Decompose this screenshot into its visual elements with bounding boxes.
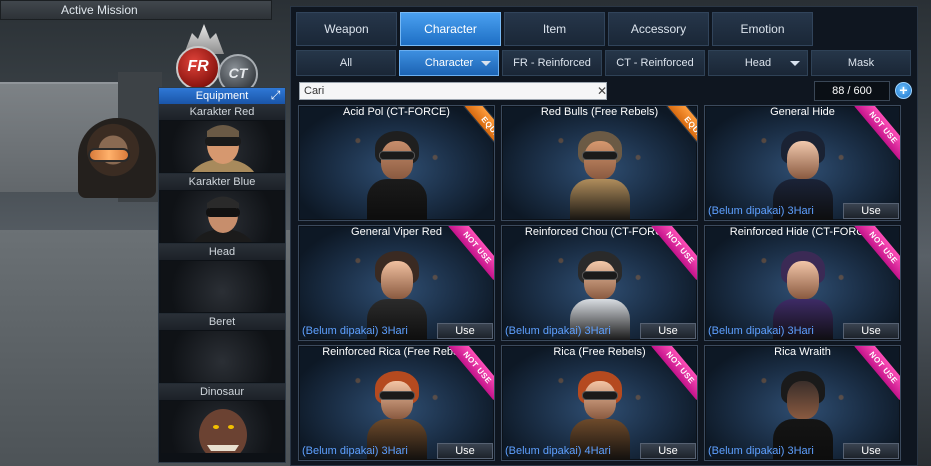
filter-mask[interactable]: Mask bbox=[811, 50, 911, 76]
use-button[interactable]: Use bbox=[843, 203, 899, 219]
chevron-down-icon bbox=[481, 61, 491, 66]
usage-status: (Belum dipakai) 3Hari bbox=[708, 445, 814, 457]
filter-ct-reinforced-label: CT - Reinforced bbox=[616, 57, 694, 69]
filter-character-label: Character bbox=[424, 57, 474, 69]
tab-character[interactable]: Character bbox=[400, 12, 501, 46]
character-card[interactable]: Reinforced Chou (CT-FORCE) NOT USE (Belum … bbox=[501, 225, 698, 341]
filter-tabs: All Character FR - Reinforced CT - Reinf… bbox=[296, 50, 911, 76]
category-tabs: Weapon Character Item Accessory Emotion bbox=[296, 12, 813, 46]
usage-status: (Belum dipakai) 3Hari bbox=[302, 445, 408, 457]
filter-all-label: All bbox=[339, 57, 353, 69]
equipment-title: Equipment bbox=[195, 90, 249, 102]
karakter-red-thumbnail bbox=[161, 121, 283, 172]
slot-label: Karakter Red bbox=[159, 104, 285, 120]
dinosaur-thumbnail bbox=[161, 401, 283, 453]
tab-accessory[interactable]: Accessory bbox=[608, 12, 709, 46]
search-input[interactable]: Cari bbox=[299, 82, 607, 100]
usage-status: (Belum dipakai) 3Hari bbox=[505, 325, 611, 337]
equipment-slot-karakter-blue[interactable]: Karakter Blue bbox=[159, 174, 285, 244]
filter-head-label: Head bbox=[744, 57, 772, 69]
character-art bbox=[503, 107, 696, 220]
equipment-slot-head[interactable]: Head bbox=[159, 244, 285, 314]
character-card[interactable]: General Hide NOT USE (Belum dipakai) 3Hari… bbox=[704, 105, 901, 221]
karakter-blue-thumbnail bbox=[161, 191, 283, 242]
filter-character-dropdown[interactable]: Character bbox=[399, 50, 499, 76]
slot-label: Dinosaur bbox=[159, 384, 285, 400]
use-button[interactable]: Use bbox=[437, 323, 493, 339]
character-grid: Acid Pol (CT-FORCE) EQUIP Red Bulls (Free … bbox=[298, 105, 905, 461]
card-footer: (Belum dipakai) 4Hari Use bbox=[503, 443, 696, 459]
equipment-slot-beret[interactable]: Beret bbox=[159, 314, 285, 384]
tab-weapon[interactable]: Weapon bbox=[296, 12, 397, 46]
card-footer: (Belum dipakai) 3Hari Use bbox=[300, 443, 493, 459]
character-card[interactable]: Acid Pol (CT-FORCE) EQUIP bbox=[298, 105, 495, 221]
character-card[interactable]: Red Bulls (Free Rebels) EQUIP bbox=[501, 105, 698, 221]
equipment-panel: Equipment ⤢ Karakter Red Karakter Blue H… bbox=[158, 87, 286, 463]
equipment-slot-karakter-red[interactable]: Karakter Red bbox=[159, 104, 285, 174]
filter-mask-label: Mask bbox=[847, 57, 875, 69]
card-footer: (Belum dipakai) 3Hari Use bbox=[706, 443, 899, 459]
character-card[interactable]: General Viper Red NOT USE (Belum dipakai) … bbox=[298, 225, 495, 341]
character-card[interactable]: Reinforced Rica (Free Rebels) NOT USE (Bel… bbox=[298, 345, 495, 461]
filter-head-dropdown[interactable]: Head bbox=[708, 50, 808, 76]
filter-ct-reinforced[interactable]: CT - Reinforced bbox=[605, 50, 705, 76]
usage-status: (Belum dipakai) 3Hari bbox=[302, 325, 408, 337]
faction-logo: FR CT bbox=[170, 24, 266, 94]
card-footer: (Belum dipakai) 3Hari Use bbox=[706, 323, 899, 339]
filter-all[interactable]: All bbox=[296, 50, 396, 76]
use-button[interactable]: Use bbox=[843, 323, 899, 339]
usage-status: (Belum dipakai) 3Hari bbox=[708, 325, 814, 337]
tab-item[interactable]: Item bbox=[504, 12, 605, 46]
slot-label: Beret bbox=[159, 314, 285, 330]
character-portrait bbox=[569, 127, 630, 220]
equipment-slot-dinosaur[interactable]: Dinosaur bbox=[159, 384, 285, 454]
close-icon[interactable]: ✕ bbox=[595, 82, 609, 100]
equipment-header: Equipment ⤢ bbox=[159, 88, 285, 104]
character-portrait bbox=[366, 127, 427, 220]
filter-fr-reinforced-label: FR - Reinforced bbox=[513, 57, 591, 69]
use-button[interactable]: Use bbox=[437, 443, 493, 459]
active-mission-bar[interactable]: Active Mission bbox=[0, 0, 272, 20]
plus-icon[interactable]: + bbox=[895, 82, 912, 99]
slot-label: Karakter Blue bbox=[159, 174, 285, 190]
chevron-down-icon bbox=[790, 61, 800, 66]
game-screen: Active Mission FR CT Equipment ⤢ Karakte… bbox=[0, 0, 931, 466]
tab-emotion[interactable]: Emotion bbox=[712, 12, 813, 46]
usage-status: (Belum dipakai) 4Hari bbox=[505, 445, 611, 457]
card-footer: (Belum dipakai) 3Hari Use bbox=[503, 323, 696, 339]
inventory-window: Weapon Character Item Accessory Emotion … bbox=[290, 6, 918, 466]
search-placeholder: Cari bbox=[304, 85, 325, 97]
beret-thumbnail bbox=[161, 331, 283, 382]
character-art bbox=[300, 107, 493, 220]
use-button[interactable]: Use bbox=[843, 443, 899, 459]
usage-status: (Belum dipakai) 3Hari bbox=[708, 205, 814, 217]
use-button[interactable]: Use bbox=[640, 443, 696, 459]
character-card[interactable]: Rica (Free Rebels) NOT USE (Belum dipakai)… bbox=[501, 345, 698, 461]
background-goggles bbox=[88, 148, 130, 162]
expand-icon[interactable]: ⤢ bbox=[269, 89, 282, 102]
head-thumbnail bbox=[161, 261, 283, 312]
inventory-count: 88 / 600 bbox=[814, 81, 890, 101]
character-card[interactable]: Rica Wraith NOT USE (Belum dipakai) 3Hari U… bbox=[704, 345, 901, 461]
use-button[interactable]: Use bbox=[640, 323, 696, 339]
slot-label: Head bbox=[159, 244, 285, 260]
card-footer: (Belum dipakai) 3Hari Use bbox=[300, 323, 493, 339]
fr-emblem-icon: FR bbox=[176, 46, 220, 90]
active-mission-label: Active Mission bbox=[61, 3, 138, 17]
filter-fr-reinforced[interactable]: FR - Reinforced bbox=[502, 50, 602, 76]
character-card[interactable]: Reinforced Hide (CT-FORCE) NOT USE (Belum … bbox=[704, 225, 901, 341]
card-footer: (Belum dipakai) 3Hari Use bbox=[706, 203, 899, 219]
